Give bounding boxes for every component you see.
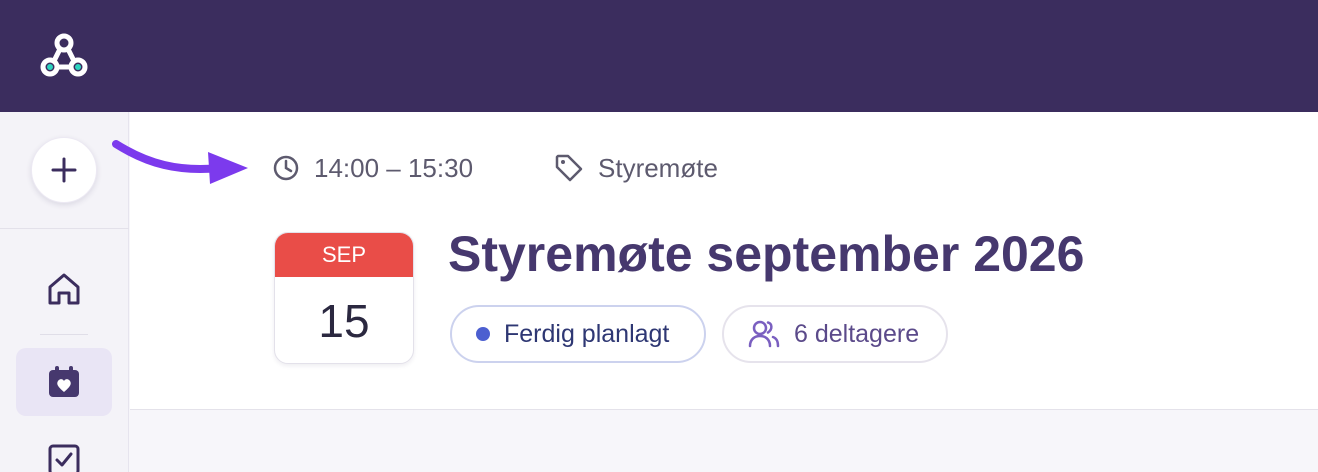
- arrow-annotation-icon: [112, 140, 248, 184]
- tag-icon: [555, 154, 583, 182]
- status-dot-icon: [476, 327, 490, 341]
- event-category-text: Styremøte: [598, 152, 718, 183]
- date-card: SEP 15: [274, 232, 414, 364]
- app-logo-icon[interactable]: [38, 30, 90, 82]
- status-text: Ferdig planlagt: [504, 319, 670, 348]
- sidebar-item-home[interactable]: [40, 265, 88, 313]
- event-category: Styremøte: [554, 152, 718, 184]
- sidebar-item-calendar[interactable]: [16, 348, 112, 416]
- sidebar-item-tasks[interactable]: [40, 440, 88, 472]
- checkbox-icon: [48, 444, 80, 472]
- date-day: 15: [318, 295, 370, 347]
- add-button[interactable]: [31, 137, 97, 203]
- participants-badge[interactable]: 6 deltagere: [722, 305, 948, 363]
- top-bar: [0, 0, 1318, 112]
- home-icon: [48, 273, 80, 305]
- users-icon: [748, 320, 780, 348]
- sidebar-divider: [0, 228, 129, 229]
- clock-icon: [273, 155, 299, 181]
- event-time-text: 14:00 – 15:30: [314, 152, 474, 183]
- calendar-heart-icon: [49, 366, 79, 397]
- sidebar-divider: [40, 334, 88, 335]
- event-time: 14:00 – 15:30: [272, 152, 473, 184]
- event-title: Styremøte september 2026: [448, 226, 1085, 282]
- status-badge[interactable]: Ferdig planlagt: [450, 305, 706, 363]
- date-month: SEP: [275, 233, 413, 277]
- participants-text: 6 deltagere: [794, 319, 920, 348]
- plus-icon: [51, 157, 77, 183]
